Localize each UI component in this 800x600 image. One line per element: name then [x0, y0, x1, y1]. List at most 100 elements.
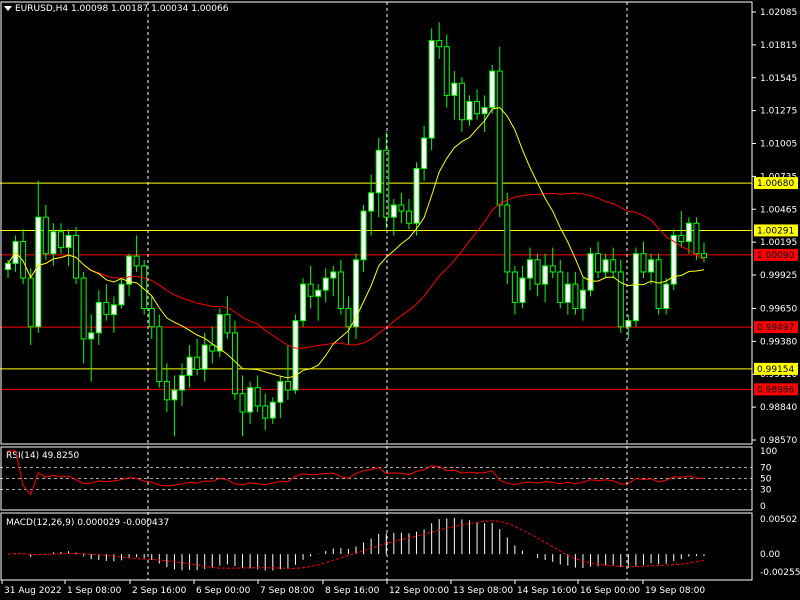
candle[interactable] [322, 268, 329, 303]
candle[interactable] [126, 253, 133, 297]
candle[interactable] [73, 226, 80, 285]
candle-body-bear [693, 222, 700, 255]
candle[interactable] [300, 278, 307, 327]
candle[interactable] [353, 253, 359, 339]
candle-body-bull [65, 234, 72, 249]
candle[interactable] [632, 247, 639, 327]
candle[interactable] [239, 375, 246, 437]
price-tick-label: 1.01815 [760, 41, 797, 51]
candle[interactable] [595, 241, 602, 279]
candle-body-bear [80, 277, 87, 340]
candle[interactable] [80, 271, 87, 364]
candle-body-bull [360, 210, 367, 261]
macd-tick-label: 0.00 [760, 550, 780, 560]
candle[interactable] [587, 247, 594, 297]
candle-body-bear [156, 326, 163, 383]
candle[interactable] [156, 314, 163, 388]
candle[interactable] [443, 34, 450, 108]
candle[interactable] [481, 95, 488, 132]
candle-body-bear [549, 265, 556, 273]
candle[interactable] [224, 296, 231, 339]
candle[interactable] [262, 393, 269, 431]
chart-canvas[interactable]: 1.020851.018151.015451.012751.010051.007… [0, 0, 800, 600]
candle[interactable] [337, 259, 344, 315]
candle[interactable] [549, 247, 556, 279]
candle[interactable] [133, 235, 140, 272]
candle[interactable] [519, 265, 526, 309]
candle[interactable] [579, 278, 586, 321]
candle[interactable] [527, 247, 533, 291]
candle[interactable] [95, 290, 102, 346]
dropdown-arrow-icon[interactable] [4, 6, 12, 11]
candle[interactable] [451, 71, 458, 120]
candle[interactable] [466, 95, 473, 126]
candle[interactable] [27, 268, 34, 346]
candle[interactable] [330, 265, 337, 297]
candle[interactable] [88, 314, 95, 382]
candle[interactable] [171, 375, 178, 437]
candle[interactable] [398, 192, 405, 224]
candle[interactable] [428, 28, 435, 151]
candle[interactable] [42, 204, 49, 260]
time-label: 1 Sep 08:00 [67, 586, 122, 596]
time-label: 13 Sep 08:00 [453, 586, 513, 596]
candle[interactable] [163, 363, 170, 412]
candle[interactable] [57, 223, 64, 254]
candle[interactable] [655, 253, 662, 315]
candle[interactable] [496, 46, 503, 218]
candle[interactable] [103, 284, 110, 321]
candle[interactable] [436, 22, 443, 59]
candle[interactable] [534, 253, 541, 297]
candle[interactable] [557, 259, 564, 309]
candle[interactable] [685, 217, 692, 254]
candle[interactable] [35, 180, 42, 333]
candle-body-bear [640, 253, 647, 273]
candle[interactable] [458, 77, 465, 132]
candle[interactable] [284, 345, 291, 400]
candle[interactable] [194, 338, 201, 376]
candle[interactable] [489, 64, 496, 114]
candle[interactable] [405, 198, 412, 230]
candle[interactable] [345, 296, 352, 346]
time-label: 7 Sep 08:00 [260, 586, 315, 596]
candle[interactable] [375, 138, 382, 218]
candle[interactable] [504, 192, 511, 285]
candle[interactable] [610, 247, 617, 279]
symbol-header[interactable]: EURUSD,H4 1.00098 1.00187 1.00034 1.0006… [4, 4, 228, 14]
candle[interactable] [368, 174, 375, 236]
candle-body-bull [466, 100, 473, 121]
candle[interactable] [20, 229, 27, 285]
price-tick-label: 0.99650 [760, 304, 797, 314]
candle[interactable] [617, 259, 624, 333]
candle[interactable] [602, 253, 609, 279]
candle[interactable] [383, 131, 390, 230]
candle-body-bull [527, 259, 533, 279]
candle[interactable] [474, 89, 481, 120]
candle[interactable] [421, 125, 428, 181]
candle[interactable] [307, 265, 314, 309]
candle[interactable] [663, 278, 670, 315]
time-label: 19 Sep 08:00 [645, 586, 705, 596]
candle[interactable] [542, 253, 549, 303]
candle[interactable] [118, 278, 125, 309]
candle[interactable] [186, 345, 193, 388]
candle[interactable] [572, 271, 579, 315]
candle[interactable] [247, 381, 254, 425]
candle[interactable] [292, 314, 299, 394]
candle[interactable] [648, 253, 655, 285]
candle[interactable] [148, 296, 155, 339]
price-tick-label: 1.01005 [760, 140, 797, 150]
candle[interactable] [511, 265, 518, 315]
candle[interactable] [670, 229, 677, 291]
candle[interactable] [640, 241, 647, 279]
candle[interactable] [360, 204, 367, 272]
candle[interactable] [179, 363, 185, 406]
candle[interactable] [413, 162, 420, 236]
candle[interactable] [564, 271, 571, 315]
candle[interactable] [65, 229, 72, 266]
candle[interactable] [254, 375, 261, 412]
candle[interactable] [678, 211, 685, 248]
candle[interactable] [315, 284, 322, 321]
candle[interactable] [277, 375, 284, 419]
candle[interactable] [269, 397, 276, 425]
